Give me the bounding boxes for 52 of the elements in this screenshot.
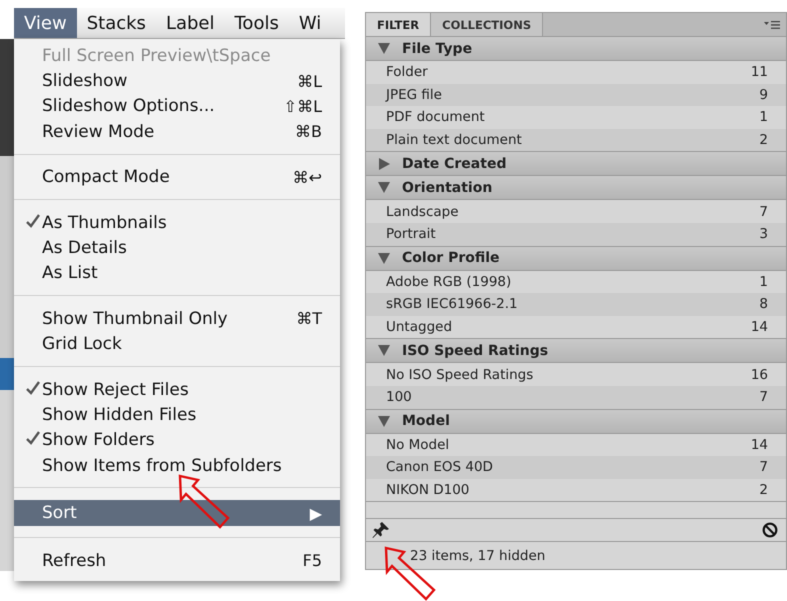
panel-tab[interactable]: COLLECTIONS [431,13,544,36]
menu-item[interactable]: As Thumbnails [14,210,340,236]
filter-row[interactable]: No ISO Speed Ratings 16 [366,363,786,386]
menu-item[interactable]: Show Folders [14,428,340,454]
filter-row[interactable]: Canon EOS 40D 7 [366,456,786,479]
collapse-triangle-icon [378,345,390,356]
panel-tab[interactable]: FILTER [366,13,432,36]
pin-icon[interactable] [372,521,390,540]
filter-row[interactable]: Plain text document 2 [366,128,786,152]
section-header[interactable]: ISO Speed Ratings [366,339,786,364]
filter-row[interactable]: 100 7 [366,386,786,409]
filter-row[interactable]: NIKON D100 2 [366,478,786,502]
section-header[interactable]: Model [366,410,786,434]
menu-item[interactable]: As List [14,260,340,286]
menu-item[interactable]: Slideshow ⌘L [14,68,340,94]
section-header[interactable]: File Type [366,37,786,61]
filter-row[interactable]: sRGB IEC61966-2.1 8 [366,293,786,316]
filter-row[interactable]: Adobe RGB (1998) 1 [366,270,786,294]
collapse-triangle-icon [378,252,390,264]
menu-item[interactable]: Compact Mode ⌘↩ [14,164,340,190]
status-text: 23 items, 17 hidden [410,548,546,564]
section-header[interactable]: Date Created [366,152,786,176]
collapse-triangle-icon [378,416,390,427]
filter-row[interactable]: JPEG file 9 [366,84,786,106]
menu-bar-item[interactable]: View [14,8,77,38]
filter-row[interactable]: No Model 14 [366,434,786,456]
menu-bar-item[interactable]: Label [156,8,224,38]
panel-menu-icon[interactable] [764,20,780,30]
filter-row[interactable]: Folder 11 [366,61,786,84]
section-header[interactable]: Color Profile [366,246,786,271]
menu-item[interactable]: As Details [14,235,340,261]
filter-row[interactable]: Portrait 3 [366,222,786,246]
menu-item[interactable]: Slideshow Options... ⇧⌘L [14,94,340,120]
menu-item[interactable]: Sort ▶ [14,500,340,526]
collapse-triangle-icon [378,182,390,194]
menu-item[interactable]: Show Hidden Files [14,402,340,428]
filter-row[interactable]: Untagged 14 [366,316,786,338]
collapse-triangle-icon [378,43,390,54]
section-header[interactable]: Orientation [366,176,786,200]
menu-item[interactable]: Show Reject Files [14,376,340,402]
menu-item[interactable]: Show Items from Subfolders [14,453,340,478]
menu-item[interactable]: Grid Lock [14,332,340,357]
filter-row[interactable]: Landscape 7 [366,200,786,223]
menu-item[interactable]: Refresh F5 [14,548,340,574]
cancel-icon[interactable] [762,522,778,538]
menu-item[interactable]: Show Thumbnail Only ⌘T [14,306,340,332]
menu-item[interactable]: Review Mode ⌘B [14,119,340,145]
menu-bar-item[interactable]: Stacks [76,8,156,38]
menu-bar-item[interactable]: Tools [224,8,289,38]
expand-triangle-icon [378,158,390,170]
filter-row[interactable]: PDF document 1 [366,106,786,129]
menu-bar-item[interactable]: Wi [288,8,332,38]
